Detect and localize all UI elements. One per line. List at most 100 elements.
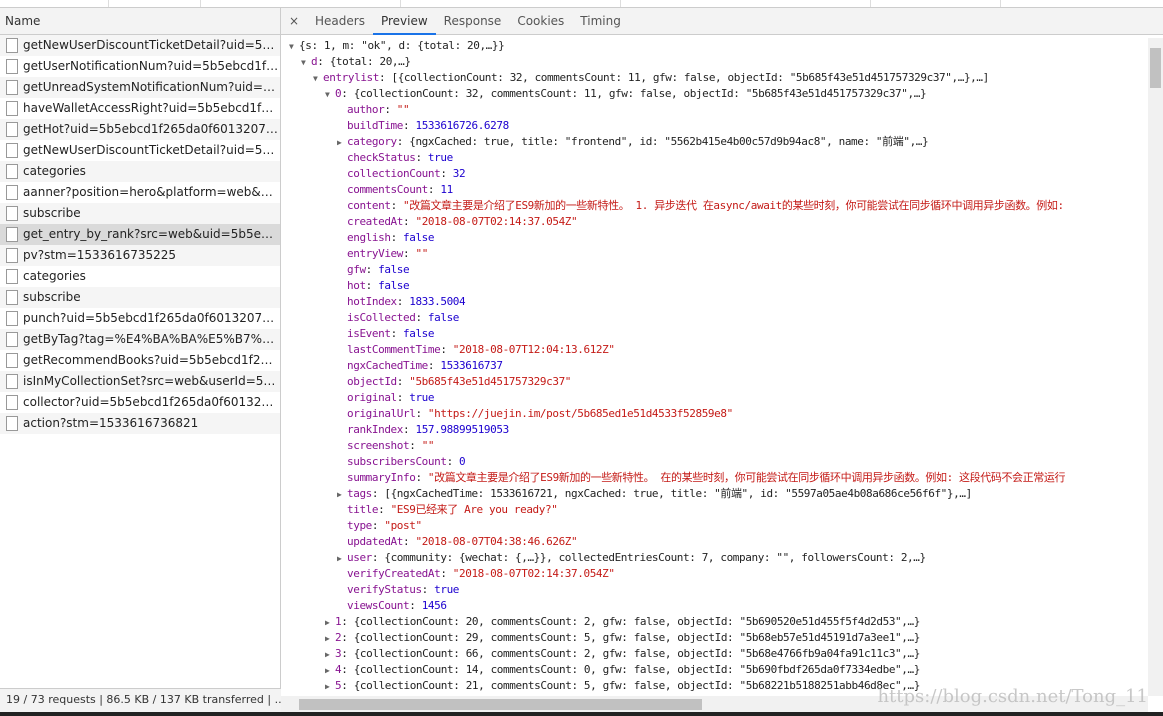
file-icon [6,38,18,53]
tree-node: original: true [347,391,435,404]
tree-node: verifyStatus: true [347,583,460,596]
collapsed-triangle-icon[interactable]: ▶ [325,679,335,695]
request-row[interactable]: get_entry_by_rank?src=web&uid=5b5ebcd1f2… [0,224,280,245]
property-value: "2018-08-07T02:14:37.054Z" [452,567,615,580]
request-row[interactable]: pv?stm=1533616735225 [0,245,280,266]
property-key: isEvent [347,327,391,340]
tree-node: author: "" [347,103,410,116]
expanded-triangle-icon[interactable]: ▼ [325,87,335,103]
tree-node: originalUrl: "https://juejin.im/post/5b6… [347,407,733,420]
property-value: {ngxCached: true, title: "frontend", id:… [409,135,929,148]
property-key: originalUrl [347,407,416,420]
request-row[interactable]: getNewUserDiscountTicketDetail?uid=5b5eb… [0,140,280,161]
request-row[interactable]: categories [0,266,280,287]
tab-preview[interactable]: Preview [372,8,436,35]
tree-node[interactable]: ▶ 1: {collectionCount: 20, commentsCount:… [281,614,1148,630]
collapsed-triangle-icon[interactable]: ▶ [337,551,347,567]
tab-cookies[interactable]: Cookies [509,8,572,35]
property-value: {total: 20,…} [329,55,411,68]
tree-node[interactable]: ▼ entrylist: [{collectionCount: 32, comme… [281,70,1148,86]
vertical-scrollbar[interactable] [1148,38,1163,696]
request-row[interactable]: action?stm=1533616736821 [0,413,280,434]
request-row[interactable]: aanner?position=hero&platform=web&page=i… [0,182,280,203]
request-row[interactable]: isInMyCollectionSet?src=web&userId=5b5eb… [0,371,280,392]
file-icon [6,311,18,326]
tree-node: updatedAt: "2018-08-07T04:38:46.626Z" [347,535,578,548]
request-row[interactable]: getUserNotificationNum?uid=5b5ebcd1f265d… [0,56,280,77]
request-row[interactable]: collector?uid=5b5ebcd1f265da0f60132076&s… [0,392,280,413]
collapsed-triangle-icon[interactable]: ▶ [325,615,335,631]
request-name: getByTag?tag=%E4%BA%BA%E5%B7%A5%E6%99%BA [23,332,280,346]
name-column-header[interactable]: Name [0,8,280,35]
tree-node[interactable]: ▶ 3: {collectionCount: 66, commentsCount:… [281,646,1148,662]
tree-node[interactable]: ▶ 2: {collectionCount: 29, commentsCount:… [281,630,1148,646]
tree-node[interactable]: ▶ user: {community: {wechat: {,…}}, colle… [281,550,1148,566]
property-value: {s: 1, m: "ok", d: {total: 20,…}} [299,39,505,52]
property-key: summaryInfo [347,471,416,484]
tree-node: buildTime: 1533616726.6278 [347,119,509,132]
request-row[interactable]: haveWalletAccessRight?uid=5b5ebcd1f265da… [0,98,280,119]
request-row[interactable]: getNewUserDiscountTicketDetail?uid=5b5eb… [0,35,280,56]
collapsed-triangle-icon[interactable]: ▶ [325,663,335,679]
property-key: screenshot [347,439,410,452]
tree-node: subscribersCount: 0 [347,455,466,468]
property-value: {collectionCount: 66, commentsCount: 2, … [353,647,921,660]
request-name: punch?uid=5b5ebcd1f265da0f60132076&subsc… [23,311,280,325]
tree-node: verifyCreatedAt: "2018-08-07T02:14:37.05… [347,567,615,580]
collapsed-triangle-icon[interactable]: ▶ [337,487,347,503]
tree-node: createdAt: "2018-08-07T02:14:37.054Z" [347,215,578,228]
request-row[interactable]: punch?uid=5b5ebcd1f265da0f60132076&subsc… [0,308,280,329]
file-icon [6,59,18,74]
property-value: {collectionCount: 29, commentsCount: 5, … [353,631,921,644]
request-name: getNewUserDiscountTicketDetail?uid=5b5eb… [23,38,280,52]
tree-node: isCollected: false [347,311,460,324]
request-name: subscribe [23,206,81,220]
property-key: tags [347,487,372,500]
request-list: getNewUserDiscountTicketDetail?uid=5b5eb… [0,35,280,434]
tab-headers[interactable]: Headers [307,8,373,35]
property-value: true [409,391,435,404]
tab-timing[interactable]: Timing [572,8,629,35]
tree-node: content: "改篇文章主要是介绍了ES9新加的一些新特性。 1. 异步迭代… [347,199,1064,212]
property-value: 1456 [421,599,447,612]
request-name: categories [23,164,86,178]
request-row[interactable]: getRecommendBooks?uid=5b5ebcd1f265da0f60… [0,350,280,371]
taskbar-edge [0,712,1163,716]
tree-node: entryView: "" [347,247,428,260]
property-value: 32 [452,167,466,180]
tree-node[interactable]: ▶ category: {ngxCached: true, title: "fro… [281,134,1148,150]
request-row[interactable]: subscribe [0,287,280,308]
tree-node[interactable]: ▼ {s: 1, m: "ok", d: {total: 20,…}} [281,38,1148,54]
property-value: [{ngxCachedTime: 1533616721, ngxCached: … [384,487,972,500]
tab-response[interactable]: Response [436,8,510,35]
request-name: collector?uid=5b5ebcd1f265da0f60132076&s… [23,395,280,409]
expanded-triangle-icon[interactable]: ▼ [313,71,323,87]
tree-node[interactable]: ▼ d: {total: 20,…} [281,54,1148,70]
request-row[interactable]: categories [0,161,280,182]
tree-node[interactable]: ▶ tags: [{ngxCachedTime: 1533616721, ngxC… [281,486,1148,502]
collapsed-triangle-icon[interactable]: ▶ [337,135,347,151]
property-value: 11 [440,183,453,196]
property-value: "5b685f43e51d451757329c37" [409,375,572,388]
tree-node: hotIndex: 1833.5004 [347,295,466,308]
property-value: 157.98899519053 [415,423,509,436]
expanded-triangle-icon[interactable]: ▼ [289,39,299,55]
request-row[interactable]: getUnreadSystemNotificationNum?uid=5b5eb… [0,77,280,98]
property-value: [{collectionCount: 32, commentsCount: 11… [391,71,989,84]
tree-node[interactable]: ▶ 4: {collectionCount: 14, commentsCount:… [281,662,1148,678]
property-key: isCollected [347,311,416,324]
json-preview-tree: ▼ {s: 1, m: "ok", d: {total: 20,…}} ▼ d: {t… [281,38,1148,696]
tree-node[interactable]: ▼ 0: {collectionCount: 32, commentsCount:… [281,86,1148,102]
property-key: createdAt [347,215,404,228]
request-row[interactable]: subscribe [0,203,280,224]
request-name: getNewUserDiscountTicketDetail?uid=5b5eb… [23,143,280,157]
request-row[interactable]: getByTag?tag=%E4%BA%BA%E5%B7%A5%E6%99%BA [0,329,280,350]
file-icon [6,332,18,347]
request-row[interactable]: getHot?uid=5b5ebcd1f265da0f60132076&clie… [0,119,280,140]
property-value: "" [396,103,410,116]
expanded-triangle-icon[interactable]: ▼ [301,55,311,71]
collapsed-triangle-icon[interactable]: ▶ [325,647,335,663]
close-icon[interactable]: × [281,14,307,28]
collapsed-triangle-icon[interactable]: ▶ [325,631,335,647]
property-key: author [347,103,385,116]
